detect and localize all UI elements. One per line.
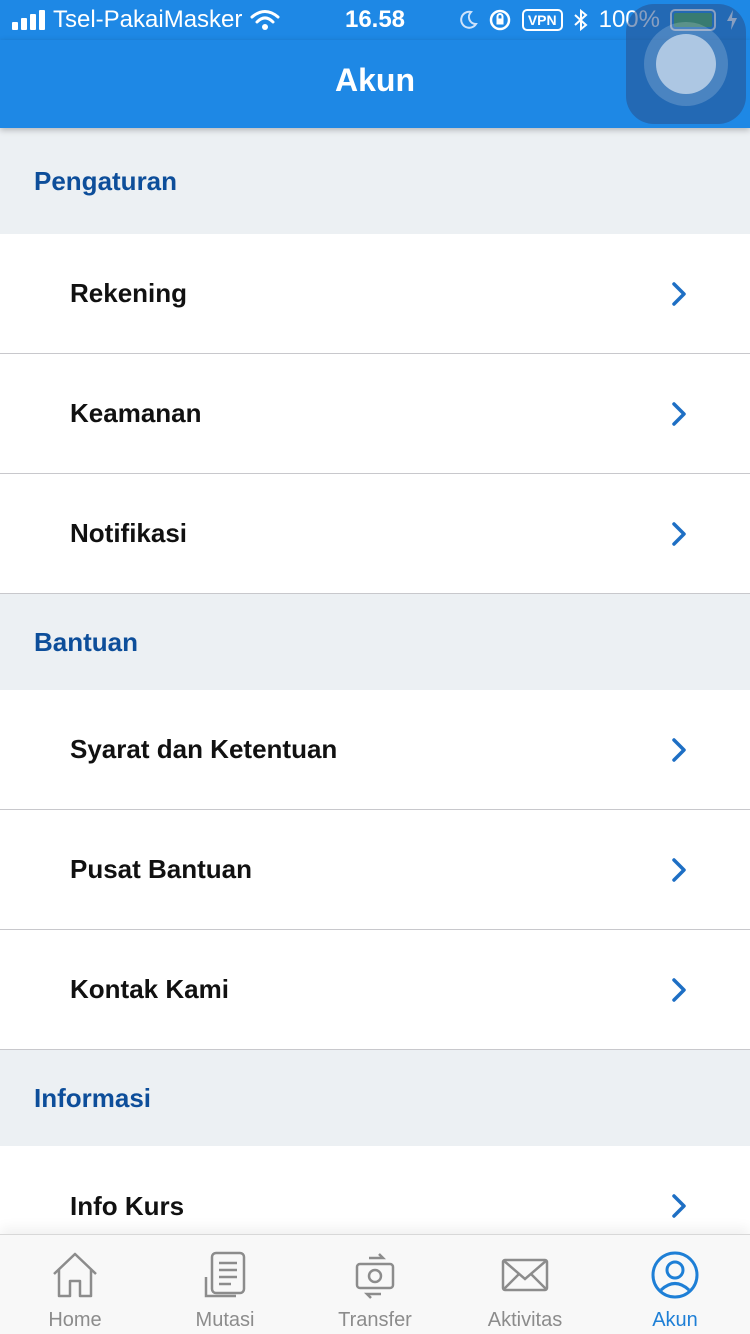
tab-label: Transfer [338,1309,412,1331]
menu-item-label: Info Kurs [70,1190,185,1221]
chevron-right-icon [672,401,686,426]
home-icon [53,1252,97,1298]
assistive-touch-dot [656,34,716,94]
menu-item-label: Notifikasi [70,518,188,548]
chevron-right-icon [672,857,686,882]
chevron-right-icon [672,737,686,762]
moon-icon [460,10,478,29]
section-header-bantuan: Bantuan [0,594,750,690]
chevron-right-icon [672,977,686,1002]
section-header-informasi: Informasi [0,1050,750,1146]
assistive-touch-ring [644,22,728,106]
menu-item-rekening[interactable]: Rekening [0,234,750,354]
settings-list: Pengaturan Rekening Keamanan Notifikasi … [0,128,750,1234]
tab-mutasi[interactable]: Mutasi [150,1235,300,1334]
menu-item-label: Keamanan [70,398,202,428]
bluetooth-icon [573,8,588,32]
menu-item-keamanan[interactable]: Keamanan [0,354,750,474]
tab-akun[interactable]: Akun [600,1235,750,1334]
tab-label: Home [48,1309,102,1331]
tab-label: Mutasi [195,1309,255,1331]
user-icon [651,1251,699,1299]
transfer-icon [355,1253,395,1299]
document-icon [204,1251,246,1298]
tab-label: Aktivitas [487,1309,563,1331]
vpn-badge: VPN [521,9,563,31]
tab-bar: Home Mutasi Transfer Aktivitas Akun [0,1234,750,1334]
menu-item-label: Syarat dan Ketentuan [70,734,338,764]
chevron-right-icon [672,281,686,306]
chevron-right-icon [672,1194,686,1218]
menu-item-info-kurs[interactable]: Info Kurs [0,1146,750,1234]
mail-icon [501,1258,549,1292]
menu-item-notifikasi[interactable]: Notifikasi [0,474,750,594]
menu-item-kontak-kami[interactable]: Kontak Kami [0,930,750,1050]
rotation-lock-icon [489,9,511,31]
assistive-touch-button[interactable] [626,4,746,124]
section-title: Bantuan [34,626,138,657]
chevron-right-icon [672,521,686,546]
tab-aktivitas[interactable]: Aktivitas [450,1235,600,1334]
menu-item-label: Pusat Bantuan [70,854,253,884]
menu-item-pusat-bantuan[interactable]: Pusat Bantuan [0,810,750,930]
menu-item-syarat-dan-ketentuan[interactable]: Syarat dan Ketentuan [0,690,750,810]
tab-label: Akun [652,1309,698,1331]
tab-home[interactable]: Home [0,1235,150,1334]
tab-transfer[interactable]: Transfer [300,1235,450,1334]
menu-item-label: Rekening [70,278,188,308]
section-title: Pengaturan [34,165,178,196]
section-title: Informasi [34,1082,152,1113]
menu-item-label: Kontak Kami [70,974,229,1004]
section-header-pengaturan: Pengaturan [0,128,750,234]
